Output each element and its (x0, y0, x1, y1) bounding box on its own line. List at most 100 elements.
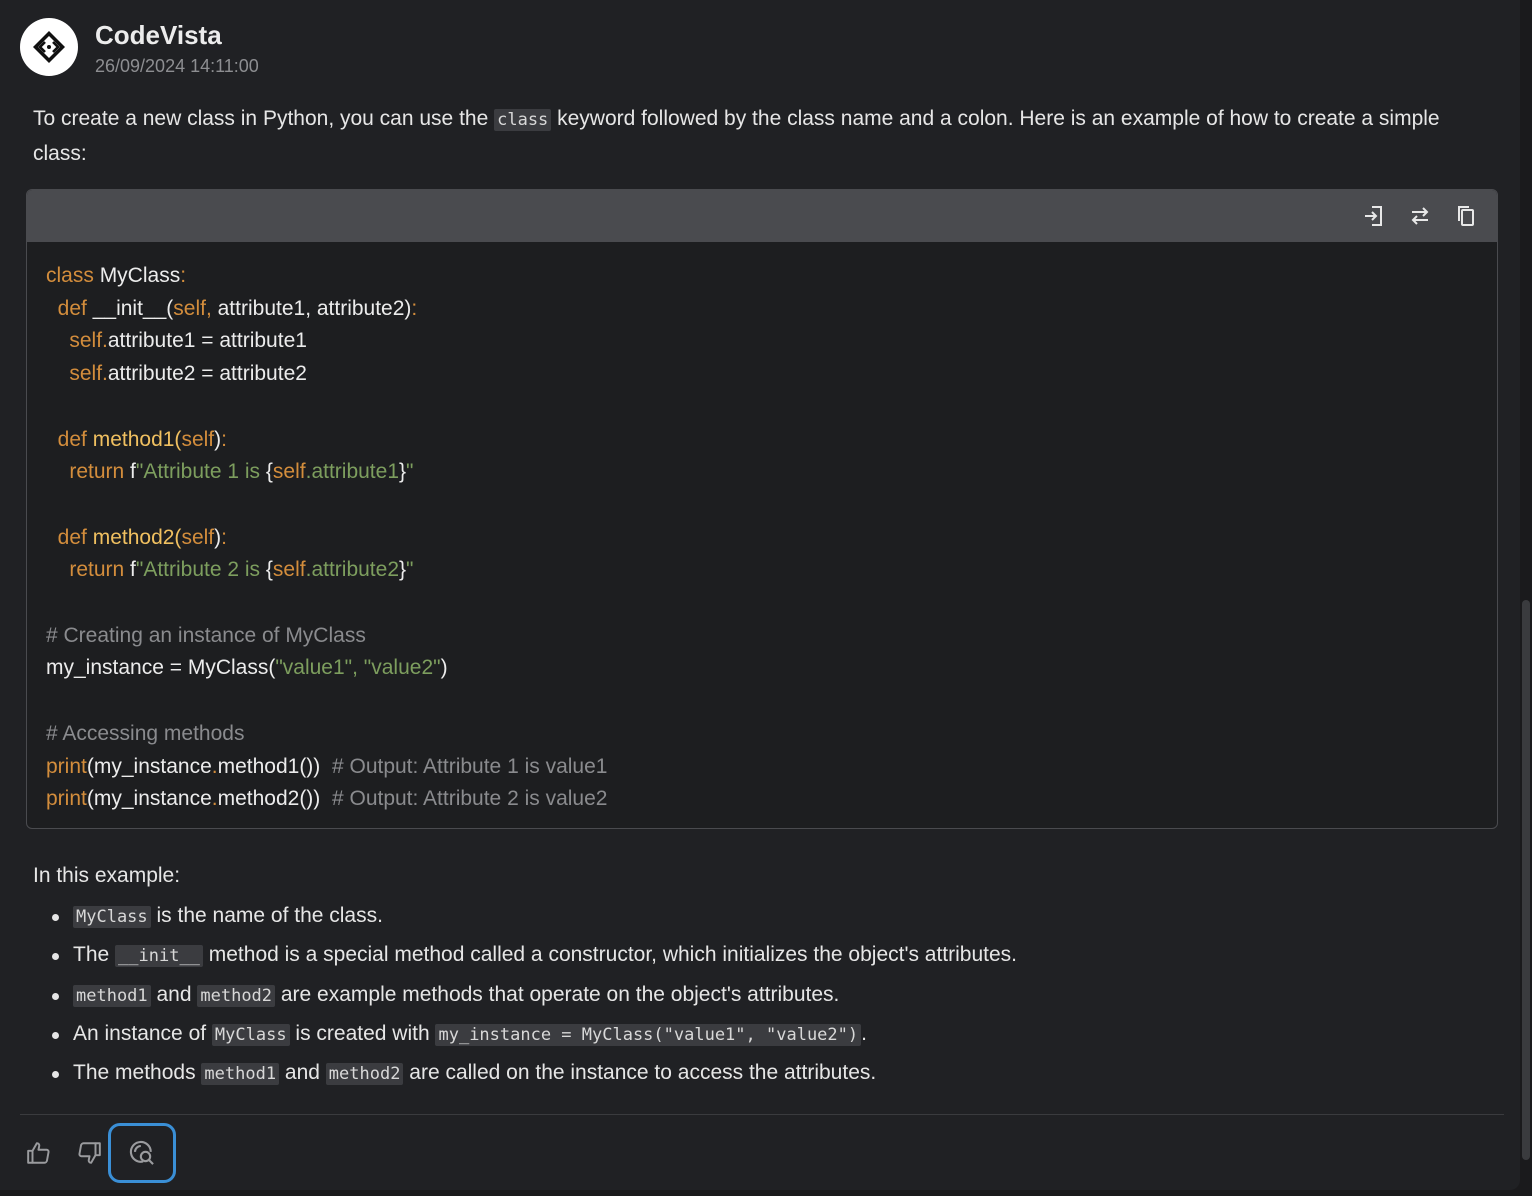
token-brace: } (399, 460, 407, 484)
list-item-text: An instance of (73, 1021, 212, 1045)
list-item: The methods method1 and method2 are call… (33, 1056, 1493, 1095)
token-var: my_instance (93, 787, 212, 811)
swap-arrows-icon (1411, 207, 1429, 225)
list-item-text: and (150, 982, 198, 1006)
token-assign: my_instance = MyClass( (46, 656, 276, 680)
token-paren: ( (86, 787, 94, 811)
code-line-17: print(my_instance.method2()) # Output: A… (46, 783, 1497, 816)
code-line-10: return f"Attribute 2 is {self.attribute2… (46, 554, 1497, 587)
list-item: The __init__ method is a special method … (33, 938, 1493, 977)
token-self: self (272, 558, 306, 582)
inline-code: MyClass (73, 906, 151, 928)
list-item-text: are called on the instance to access the… (403, 1061, 877, 1085)
code-line-16: print(my_instance.method1()) # Output: A… (46, 751, 1497, 784)
token-keyword: class (46, 264, 94, 287)
token-string: " (406, 558, 414, 582)
token-comment: # Output: Attribute 1 is value1 (320, 754, 608, 778)
explanation-list: MyClass is the name of the class. The __… (33, 899, 1493, 1095)
intro-text-before: To create a new class in Python, you can… (33, 107, 495, 130)
copy-icon (1458, 206, 1474, 226)
insert-icon (1365, 206, 1382, 226)
token-string: " (406, 460, 414, 484)
token-self: self (69, 362, 103, 386)
list-item-text: is created with (289, 1021, 436, 1045)
token-paren: ) (440, 656, 448, 680)
inline-code: my_instance = MyClass("value1", "value2"… (435, 1023, 862, 1046)
copy-code-button[interactable] (1452, 202, 1480, 230)
token-keyword: return (69, 460, 125, 484)
token-colon: : (221, 427, 227, 451)
code-brackets-icon (33, 31, 65, 63)
code-content: class MyClass: def __init__(self, attrib… (27, 242, 1497, 816)
scrollbar-thumb[interactable] (1522, 600, 1530, 1160)
feedback-divider (20, 1114, 1504, 1115)
list-item-text: The methods (73, 1061, 202, 1085)
code-line-1: class MyClass: (46, 260, 1497, 293)
token-assign: attribute2 = attribute2 (107, 362, 307, 386)
message-intro: To create a new class in Python, you can… (33, 102, 1493, 170)
inline-code: method2 (325, 1063, 404, 1086)
inline-code: MyClass (211, 1023, 290, 1046)
token-builtin: print (46, 754, 87, 778)
token-call: method1()) (217, 754, 321, 778)
token-call: method2()) (217, 787, 321, 811)
code-line-13: my_instance = MyClass("value1", "value2"… (46, 652, 1497, 685)
token-self: self (272, 460, 306, 484)
token-var: my_instance (93, 754, 212, 778)
token-string: "Attribute 2 is (135, 558, 266, 582)
list-item: method1 and method2 are example methods … (33, 978, 1493, 1017)
chat-message-panel: CodeVista 26/09/2024 14:11:00 To create … (0, 0, 1520, 1190)
token-attr: attribute1 (311, 460, 399, 484)
list-item: An instance of MyClass is created with m… (33, 1017, 1493, 1056)
insert-code-button[interactable] (1360, 202, 1388, 230)
code-line-15: # Accessing methods (46, 718, 1497, 751)
inline-code: class (494, 109, 552, 131)
code-toolbar (27, 190, 1497, 242)
token-string: "Attribute 1 is (135, 460, 266, 484)
token-self: self (181, 427, 215, 451)
token-builtin: print (46, 787, 87, 811)
token-self: self (173, 296, 206, 320)
code-line-9: def method2(self): (46, 522, 1497, 555)
bot-name: CodeVista (95, 20, 222, 50)
token-class-name: MyClass (93, 264, 181, 287)
explanation-section: In this example: MyClass is the name of … (33, 860, 1493, 1095)
token-paren: ( (86, 754, 94, 778)
list-item-text: and (279, 1061, 326, 1085)
code-block: class MyClass: def __init__(self, attrib… (26, 189, 1498, 829)
token-colon: : (180, 264, 187, 287)
list-item-text: method is a special method called a cons… (202, 943, 1018, 967)
token-function: method1( (86, 427, 182, 451)
token-colon: : (221, 525, 227, 549)
list-item-text: . (861, 1021, 867, 1045)
token-string: "value1" (275, 656, 353, 680)
token-args: attribute1, attribute2) (211, 296, 412, 320)
token-colon: : (411, 296, 418, 320)
code-line-2: def __init__(self, attribute1, attribute… (46, 293, 1497, 326)
thumbs-up-icon (27, 1142, 50, 1164)
inline-code: __init__ (115, 945, 203, 968)
inspect-button[interactable] (108, 1123, 176, 1183)
token-function: method2( (86, 525, 182, 549)
token-assign: attribute1 = attribute1 (107, 329, 307, 353)
token-keyword: return (69, 558, 125, 582)
list-item-text: are example methods that operate on the … (275, 982, 840, 1006)
token-comment: # Accessing methods (46, 721, 245, 745)
token-fprefix: f (124, 460, 136, 484)
token-brace: } (399, 558, 407, 582)
code-line-4: self.attribute2 = attribute2 (46, 358, 1497, 391)
token-fprefix: f (124, 558, 136, 582)
token-self: self (181, 525, 215, 549)
inline-code: method2 (197, 984, 276, 1007)
token-keyword: def (57, 296, 87, 320)
token-keyword: def (57, 525, 87, 549)
token-comment: # Creating an instance of MyClass (46, 623, 366, 647)
message-timestamp: 26/09/2024 14:11:00 (95, 56, 259, 76)
token-brace: { (265, 460, 273, 484)
token-comment: # Output: Attribute 2 is value2 (320, 787, 608, 811)
diff-code-button[interactable] (1406, 202, 1434, 230)
